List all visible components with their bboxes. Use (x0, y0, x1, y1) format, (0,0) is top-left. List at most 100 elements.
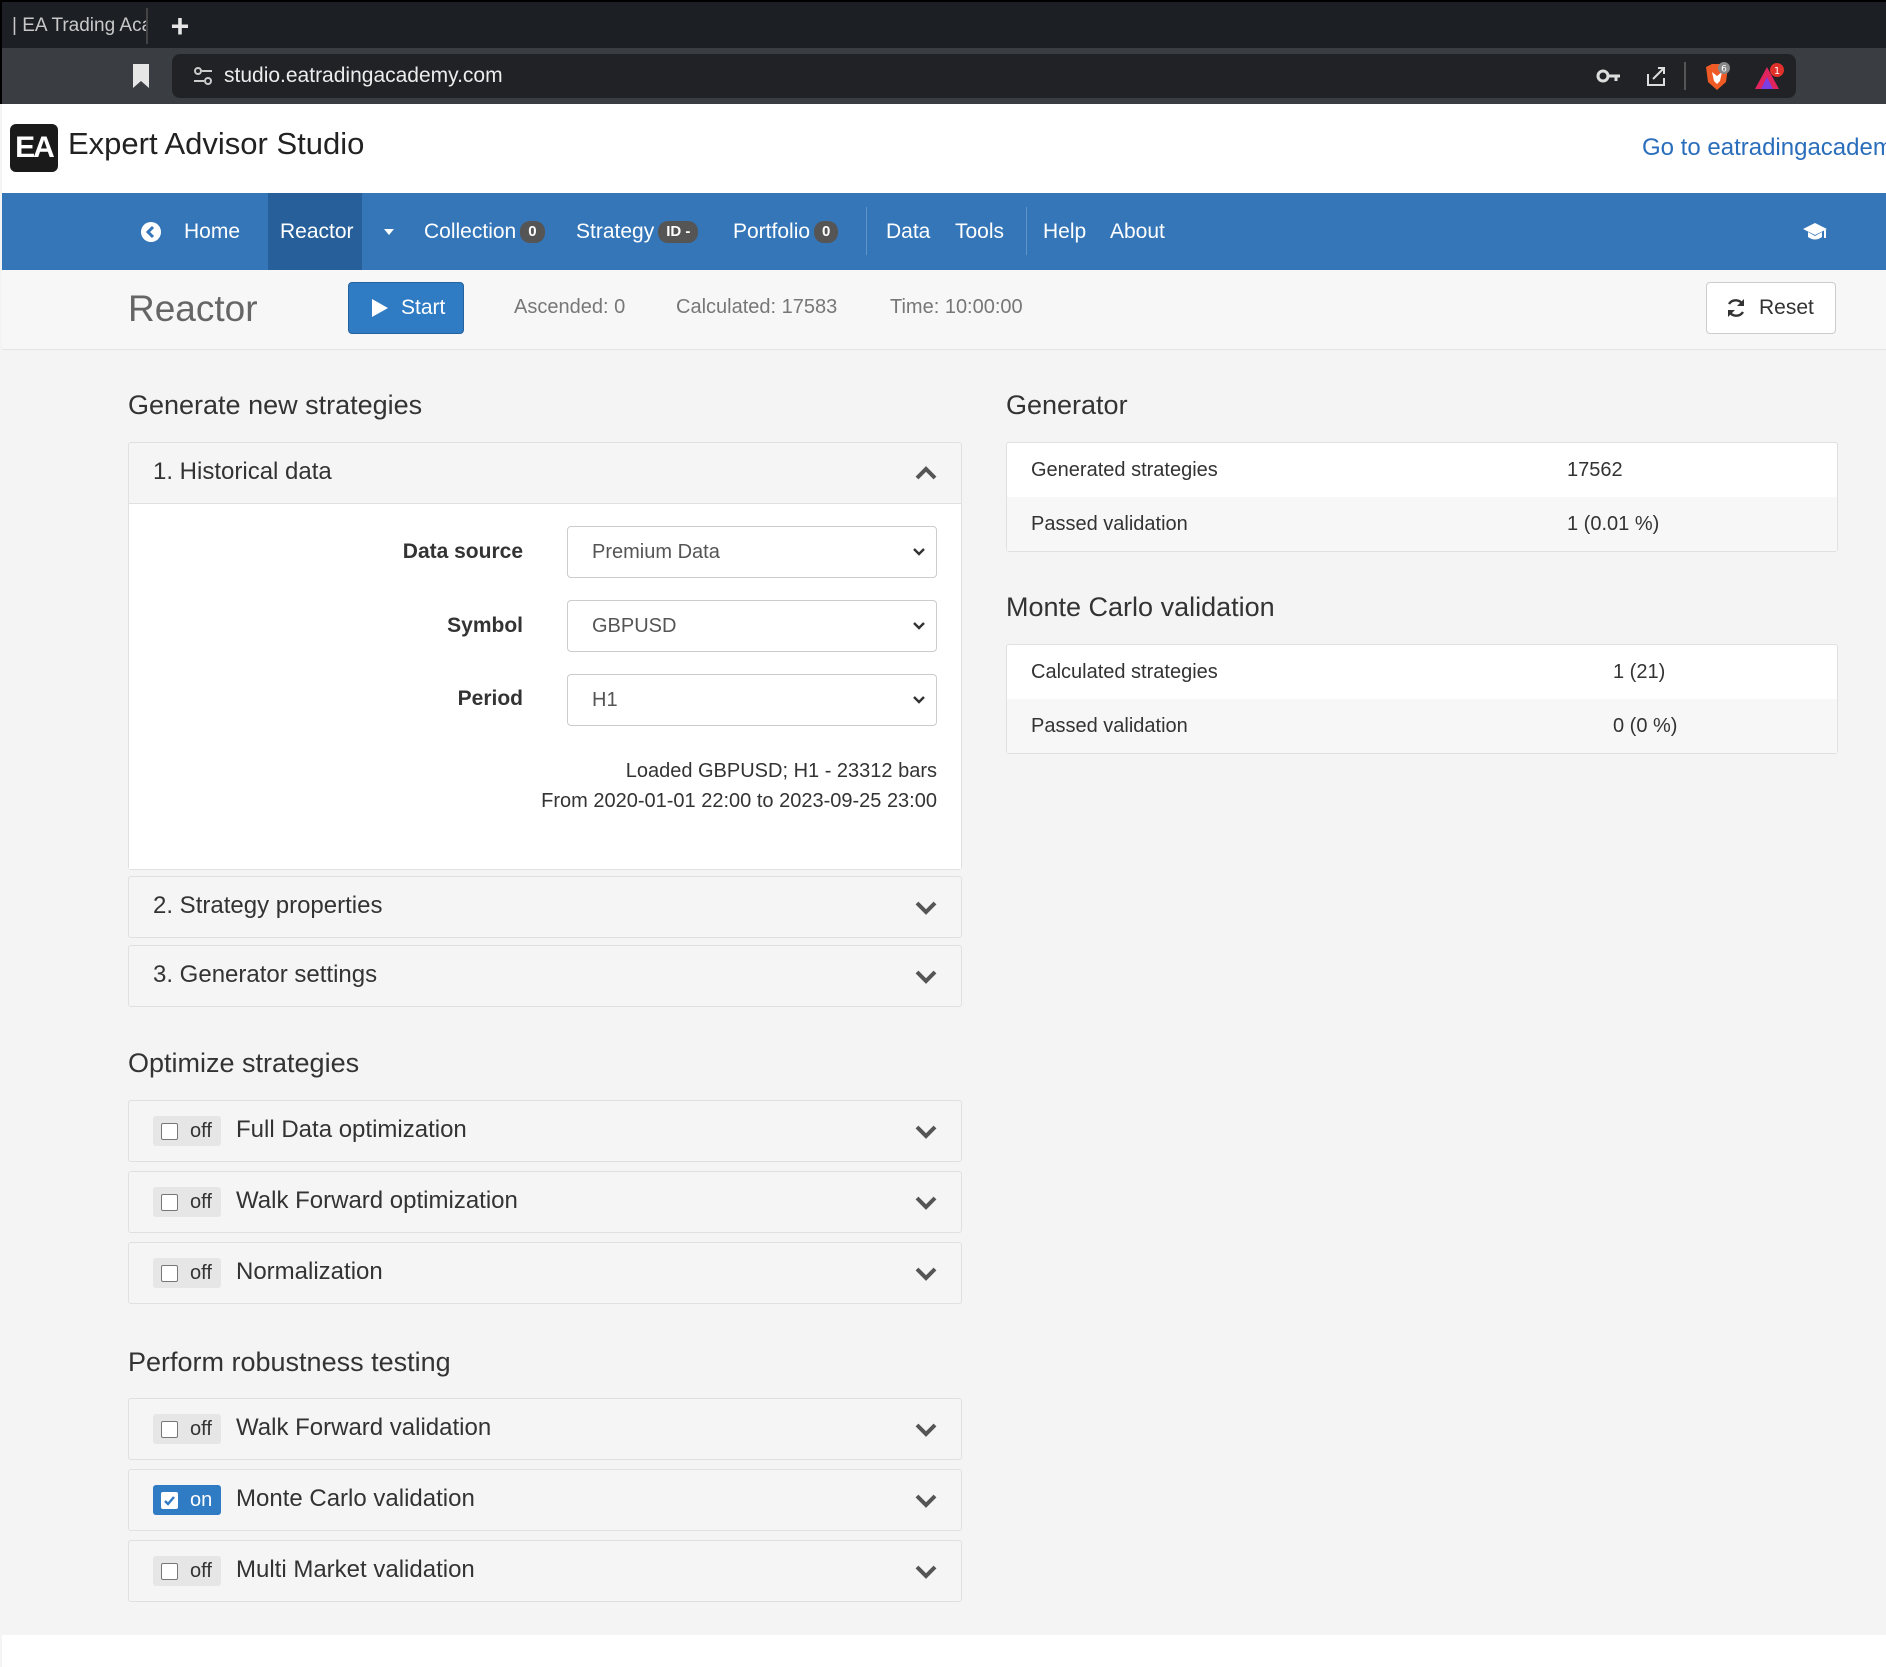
bookmark-icon[interactable] (130, 63, 152, 89)
generator-settings-title: 3. Generator settings (153, 961, 378, 988)
nav-strategy[interactable]: Strategy ID - (576, 193, 699, 270)
start-button[interactable]: Start (348, 282, 464, 334)
reactor-toolbar: Reactor Start Ascended: 0 Calculated: 17… (2, 270, 1886, 350)
time-stat: Time: 10:00:00 (890, 296, 1023, 318)
toggle-state: off (190, 1120, 212, 1142)
nav-collection[interactable]: Collection 0 (424, 193, 545, 270)
symbol-select[interactable]: GBPUSD (567, 600, 937, 652)
calculated-stat: Calculated: 17583 (676, 296, 838, 318)
site-settings-icon[interactable] (192, 65, 214, 87)
page: EA Expert Advisor Studio Go to eatrading… (2, 104, 1886, 1667)
loaded-data-range: From 2020-01-01 22:00 to 2023-09-25 23:0… (541, 790, 937, 812)
strategy-properties-panel[interactable]: 2. Strategy properties (128, 876, 962, 938)
portfolio-count-badge: 0 (814, 221, 839, 243)
walk-forward-validation-toggle[interactable]: off (153, 1414, 221, 1444)
walk-forward-validation-panel[interactable]: off Walk Forward validation (128, 1398, 962, 1460)
monte-carlo-validation-toggle[interactable]: on (153, 1485, 221, 1515)
ea-logo[interactable]: EA (10, 124, 58, 172)
normalization-title: Normalization (236, 1258, 383, 1285)
full-data-optimization-title: Full Data optimization (236, 1116, 467, 1143)
chevron-up-icon[interactable] (915, 465, 937, 481)
stat-label: Calculated strategies (1031, 661, 1218, 683)
chevron-down-icon[interactable] (915, 1421, 937, 1437)
start-button-label: Start (401, 296, 446, 319)
brave-rewards-icon[interactable]: 1 (1752, 62, 1786, 92)
generator-stats-title: Generator (1006, 390, 1128, 420)
loaded-data-info: Loaded GBPUSD; H1 - 23312 bars (625, 760, 937, 782)
stat-label: Generated strategies (1031, 459, 1218, 481)
reactor-dropdown-caret-icon[interactable] (382, 227, 396, 237)
period-select[interactable]: H1 (567, 674, 937, 726)
reset-button-label: Reset (1759, 296, 1814, 319)
normalization-panel[interactable]: off Normalization (128, 1242, 962, 1304)
normalization-toggle[interactable]: off (153, 1258, 221, 1288)
brand-title[interactable]: Expert Advisor Studio (68, 126, 364, 162)
chevron-down-icon[interactable] (915, 1123, 937, 1139)
nav-about[interactable]: About (1110, 193, 1165, 270)
full-data-optimization-panel[interactable]: off Full Data optimization (128, 1100, 962, 1162)
walk-forward-optimization-toggle[interactable]: off (153, 1187, 221, 1217)
nav-divider (866, 207, 867, 255)
nav-home[interactable]: Home (184, 193, 240, 270)
chevron-down-icon[interactable] (915, 1492, 937, 1508)
full-data-optimization-toggle[interactable]: off (153, 1116, 221, 1146)
historical-data-header[interactable]: 1. Historical data (129, 443, 961, 503)
svg-text:1: 1 (1774, 66, 1780, 77)
multi-market-validation-title: Multi Market validation (236, 1556, 475, 1583)
home-icon[interactable] (140, 221, 162, 243)
nav-help[interactable]: Help (1043, 193, 1086, 270)
nav-strategy-label: Strategy (576, 220, 655, 243)
chevron-down-icon (913, 548, 925, 556)
reset-button[interactable]: Reset (1706, 282, 1836, 334)
chevron-down-icon[interactable] (915, 1265, 937, 1281)
table-row: Generated strategies 17562 (1007, 443, 1837, 497)
walk-forward-optimization-title: Walk Forward optimization (236, 1187, 518, 1214)
stat-label: Passed validation (1031, 715, 1188, 737)
main-navbar: Home Reactor Collection 0 Strategy ID - Po… (2, 193, 1886, 270)
checkbox[interactable] (161, 1123, 178, 1140)
browser-tab[interactable]: | EA Trading Aca (6, 8, 148, 44)
data-source-select[interactable]: Premium Data (567, 526, 937, 578)
page-footer-area (2, 1635, 1886, 1667)
data-source-label: Data source (402, 540, 523, 563)
symbol-value: GBPUSD (592, 615, 677, 637)
chevron-down-icon[interactable] (915, 1563, 937, 1579)
brave-shields-icon[interactable]: 6 (1702, 62, 1732, 92)
multi-market-validation-toggle[interactable]: off (153, 1556, 221, 1586)
historical-data-body: Data source Premium Data Symbol GBPUSD P… (129, 503, 961, 869)
nav-reactor[interactable]: Reactor (268, 193, 362, 270)
checkbox[interactable] (161, 1563, 178, 1580)
chevron-down-icon[interactable] (915, 899, 937, 915)
graduation-cap-icon[interactable] (1802, 221, 1828, 243)
nav-reactor-label: Reactor (280, 220, 354, 243)
symbol-label: Symbol (447, 614, 523, 637)
key-icon[interactable] (1596, 65, 1622, 87)
historical-data-panel: 1. Historical data Data source Premium D… (128, 442, 962, 870)
nav-data[interactable]: Data (886, 193, 930, 270)
checkbox[interactable] (161, 1421, 178, 1438)
toggle-state: off (190, 1191, 212, 1213)
historical-data-title: 1. Historical data (153, 458, 332, 485)
toggle-state: off (190, 1560, 212, 1582)
multi-market-validation-panel[interactable]: off Multi Market validation (128, 1540, 962, 1602)
monte-carlo-validation-panel[interactable]: on Monte Carlo validation (128, 1469, 962, 1531)
walk-forward-optimization-panel[interactable]: off Walk Forward optimization (128, 1171, 962, 1233)
table-row: Calculated strategies 1 (21) (1007, 645, 1837, 699)
generator-settings-panel[interactable]: 3. Generator settings (128, 945, 962, 1007)
nav-portfolio[interactable]: Portfolio 0 (733, 193, 839, 270)
nav-tools[interactable]: Tools (955, 193, 1004, 270)
checkmark-icon (164, 1496, 175, 1506)
go-to-academy-link[interactable]: Go to eatradingacadem (1642, 134, 1886, 162)
checkbox[interactable] (161, 1265, 178, 1282)
share-icon[interactable] (1644, 64, 1668, 88)
stat-label: Passed validation (1031, 513, 1188, 535)
address-bar[interactable]: studio.eatradingacademy.com 6 1 (172, 54, 1796, 98)
ascended-stat: Ascended: 0 (514, 296, 626, 318)
chevron-down-icon[interactable] (915, 1194, 937, 1210)
checkbox[interactable] (161, 1194, 178, 1211)
toggle-state: off (190, 1262, 212, 1284)
strategy-properties-title: 2. Strategy properties (153, 892, 383, 919)
new-tab-button[interactable]: + (166, 8, 194, 44)
chevron-down-icon[interactable] (915, 968, 937, 984)
checkbox[interactable] (161, 1492, 178, 1509)
